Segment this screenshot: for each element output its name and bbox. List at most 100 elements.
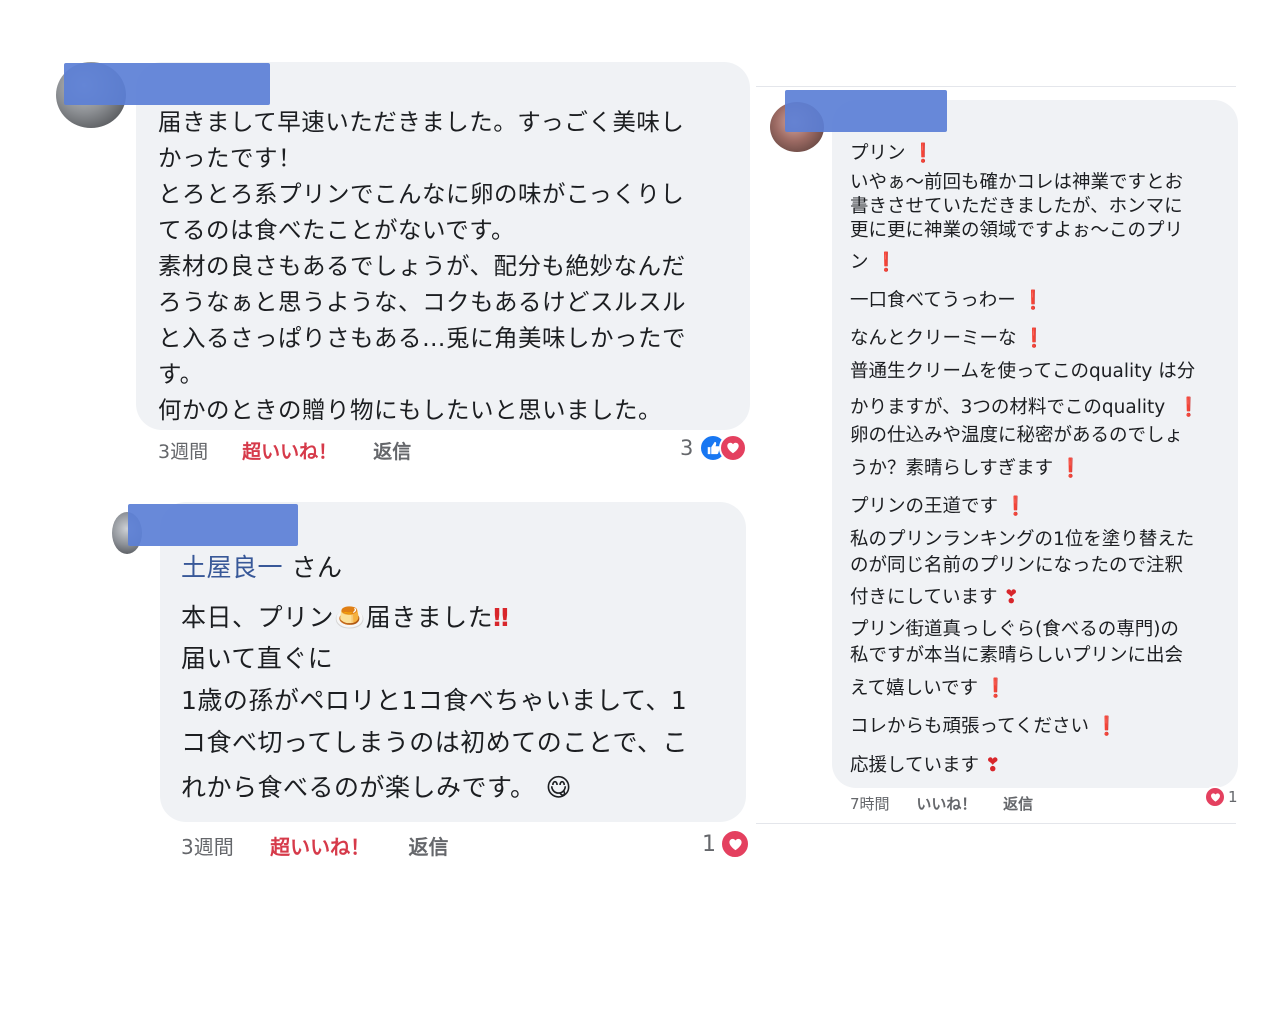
comment-line: かったです！ (158, 144, 302, 172)
comment-line: れから食べるのが楽しみです。 😋 (181, 764, 688, 812)
exclamation-icon: ❗ (1095, 716, 1119, 737)
comment-line-text: 一口食べてうっわー (850, 290, 1016, 311)
comment-line: 更に更に神業の領域ですよぉ～このプリ (850, 219, 1183, 243)
comment-line: ン ❗ (850, 251, 898, 275)
comment-line: ろうなぁと思うような、コクもあるけどスルスル (158, 288, 686, 316)
comment-line-text: プリン街道真っしぐら(食べるの専門)の (850, 619, 1179, 640)
comment-line: 素材の良さもあるでしょうが、配分も絶妙なんだ (158, 252, 686, 280)
reaction-count: 1 (1228, 788, 1238, 806)
reply-button[interactable]: 返信 (373, 437, 411, 464)
comment-line: 卵の仕込みや温度に秘密があるのでしょ (850, 424, 1183, 448)
yum-face-emoji-icon: 😋 (545, 773, 573, 802)
comment-line-text: 普通生クリームを使ってこのquality は分 (850, 361, 1196, 382)
reply-button[interactable]: 返信 (1003, 793, 1033, 814)
comment-line: なんとクリーミーな ❗ (850, 327, 1046, 351)
exclamation-icon: ❗ (874, 252, 898, 273)
reply-button[interactable]: 返信 (408, 831, 448, 860)
reaction-summary[interactable]: 1 (1204, 786, 1238, 808)
like-button[interactable]: 超いいね！ (242, 437, 337, 464)
exclamation-icon: ❗ (911, 143, 935, 164)
divider (756, 86, 1236, 87)
comment-line: コ食べ切ってしまうのは初めてのことで、こ (181, 728, 689, 757)
exclamation-icon: ❗ (1177, 397, 1201, 418)
comment-line-text: えて嬉しいです (850, 678, 979, 699)
comment-line-text: 卵の仕込みや温度に秘密があるのでしょ (850, 425, 1184, 446)
comment-line-text: のが同じ名前のプリンになったので注釈 (850, 555, 1184, 576)
comment-line: 届いて直ぐに (181, 644, 334, 673)
comment-actions: 7時間 いいね！ 返信 (850, 793, 1033, 814)
comment-line: うか？素晴らしすぎます ❗ (850, 457, 1082, 481)
comment-line: 応援しています ❣ (850, 754, 1000, 778)
exclamation-icon: ❗ (1021, 290, 1045, 311)
comment-line-text: 私ですが本当に素晴らしいプリンに出会 (850, 645, 1184, 666)
pudding-emoji-icon: 🍮 (334, 603, 366, 632)
comment-line: 私のプリンランキングの1位を塗り替えた (850, 528, 1194, 552)
author-name-redacted[interactable] (785, 90, 947, 132)
comment-text: 届きまして早速いただきました。すっごく美味し かったです！ とろとろ系プリンでこ… (158, 104, 686, 428)
heart-exclamation-icon: ❣ (984, 755, 1001, 776)
comment-line-text: ン (850, 252, 869, 273)
comment-line: いやぁ～前回も確かコレは神業ですとお (850, 171, 1183, 195)
comment-line: かりますが、3つの材料でこのquality ❗ (850, 396, 1200, 420)
comment-line-text: うか？素晴らしすぎます (850, 458, 1054, 479)
comment-text: 土屋良一 さん 本日、プリン🍮届きました‼ 届いて直ぐに 1歳の孫がペロリと1コ… (181, 548, 688, 812)
divider (756, 823, 1236, 824)
comment-line: とろとろ系プリンでこんなに卵の味がこっくりし (158, 180, 685, 208)
comment-line: 本日、プリン🍮届きました‼ (181, 598, 688, 638)
comment-line: 一口食べてうっわー ❗ (850, 289, 1045, 313)
like-button[interactable]: いいね！ (916, 793, 976, 814)
timestamp[interactable]: 7時間 (850, 793, 890, 814)
comment-line-text: 私のプリンランキングの1位を塗り替えた (850, 529, 1195, 550)
comment-line-text: 応援しています (850, 755, 979, 776)
exclamation-icon: ❗ (1059, 458, 1083, 479)
comment-line-text: かりますが、3つの材料でこのquality (850, 397, 1172, 418)
author-name-redacted[interactable] (64, 63, 270, 105)
comment-line: コレからも頑張ってください ❗ (850, 715, 1118, 739)
love-reaction-icon (719, 434, 748, 462)
comment-line-text: 書きさせていただきましたが、ホンマに (850, 196, 1183, 217)
comment-line-text: 本日、プリン (181, 603, 335, 632)
timestamp[interactable]: 3週間 (181, 831, 234, 860)
author-name-redacted[interactable] (128, 504, 298, 546)
comment-line-text: プリン (850, 143, 906, 164)
comment-line: のが同じ名前のプリンになったので注釈 (850, 554, 1183, 578)
comment-line: プリン ❗ (850, 142, 935, 166)
comment-actions: 3週間 超いいね！ 返信 (181, 831, 448, 860)
comment-line: 普通生クリームを使ってこのquality は分 (850, 360, 1195, 384)
reaction-count: 3 (680, 436, 694, 460)
comment-line-text: コレからも頑張ってください (850, 716, 1090, 737)
mention-line: 土屋良一 さん (181, 548, 688, 588)
exclamation-icon: ❗ (1022, 328, 1046, 349)
comment-line-text: 届きました (365, 603, 494, 632)
comment-line: てるのは食べたことがないです。 (158, 216, 515, 244)
comment-line: す。 (158, 360, 204, 388)
comment-line: えて嬉しいです ❗ (850, 677, 1007, 701)
comment-line-text: プリンの王道です (850, 496, 999, 517)
comment-line-text: れから食べるのが楽しみです。 (181, 773, 536, 802)
comment-line: プリンの王道です ❗ (850, 495, 1027, 519)
reaction-count: 1 (702, 831, 716, 857)
comment-line-text: いやぁ～前回も確かコレは神業ですとお (850, 172, 1184, 193)
exclamation-icon: ❗ (1004, 496, 1028, 517)
comment-actions: 3週間 超いいね！ 返信 (158, 437, 411, 464)
comment-line: プリン街道真っしぐら(食べるの専門)の (850, 618, 1179, 642)
double-exclamation-icon: ‼ (493, 603, 510, 632)
comment-line: 1歳の孫がペロリと1コ食べちゃいまして、1 (181, 686, 688, 715)
heart-exclamation-icon: ❣ (1003, 587, 1019, 608)
comment-line: 届きまして早速いただきました。すっごく美味し (158, 108, 685, 136)
love-reaction-icon (1204, 786, 1226, 808)
comment-line-text: なんとクリーミーな (850, 328, 1017, 349)
reaction-summary[interactable]: 3 (680, 434, 748, 462)
comment-line-text: 更に更に神業の領域ですよぉ～このプリ (850, 220, 1184, 241)
comment-line: 付きにしています ❣ (850, 586, 1019, 610)
mention-suffix: さん (283, 553, 343, 582)
user-mention-link[interactable]: 土屋良一 (181, 553, 283, 582)
reaction-summary[interactable]: 1 (702, 829, 750, 859)
comment-line: 何かのときの贈り物にもしたいと思いました。 (158, 396, 662, 424)
like-button[interactable]: 超いいね！ (270, 831, 370, 860)
comment-line: と入るさっぱりさもある…兎に角美味しかったで (158, 324, 686, 352)
comment-line-text: 付きにしています (850, 587, 998, 608)
love-reaction-icon (720, 829, 750, 859)
exclamation-icon: ❗ (984, 678, 1008, 699)
timestamp[interactable]: 3週間 (158, 437, 208, 464)
